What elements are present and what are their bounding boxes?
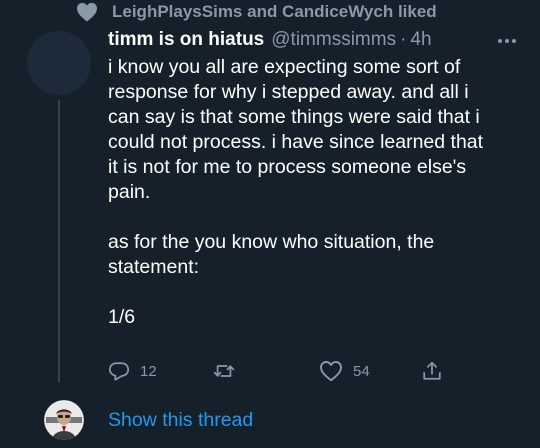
tweet-header: timm is on hiatus @timmssimms · 4h: [108, 27, 540, 53]
retweet-button[interactable]: [212, 357, 246, 385]
like-button[interactable]: 54: [319, 357, 370, 385]
thread-connector-line: [58, 100, 60, 382]
thread-avatar[interactable]: [44, 400, 84, 440]
social-context-text: LeighPlaysSims and CandiceWych liked: [112, 2, 437, 21]
author-name[interactable]: timm is on hiatus: [108, 29, 264, 51]
tweet-paragraph-3: 1/6: [108, 306, 136, 328]
reply-button[interactable]: 12: [108, 357, 157, 385]
like-count: 54: [353, 362, 370, 380]
ellipsis-icon[interactable]: [495, 31, 519, 51]
tweet-paragraph-2: as for the you know who situation, the s…: [108, 231, 435, 278]
share-button[interactable]: [421, 357, 443, 385]
tweet-text: i know you all are expecting some sort o…: [108, 55, 528, 330]
author-handle[interactable]: @timmssimms: [271, 29, 396, 51]
reply-icon: [108, 360, 130, 382]
social-context[interactable]: LeighPlaysSims and CandiceWych liked: [76, 0, 437, 24]
share-icon: [421, 359, 443, 383]
reply-count: 12: [140, 362, 157, 380]
show-thread-link[interactable]: Show this thread: [108, 406, 253, 434]
tweet-paragraph-1: i know you all are expecting some sort o…: [108, 56, 484, 203]
heart-outline-icon: [319, 360, 343, 382]
tweet-actions: 12 54: [108, 357, 448, 385]
tweet-timestamp[interactable]: 4h: [410, 29, 431, 51]
retweet-icon: [212, 360, 236, 382]
author-avatar[interactable]: [27, 31, 91, 95]
heart-icon: [76, 1, 98, 23]
header-separator: ·: [400, 29, 407, 50]
